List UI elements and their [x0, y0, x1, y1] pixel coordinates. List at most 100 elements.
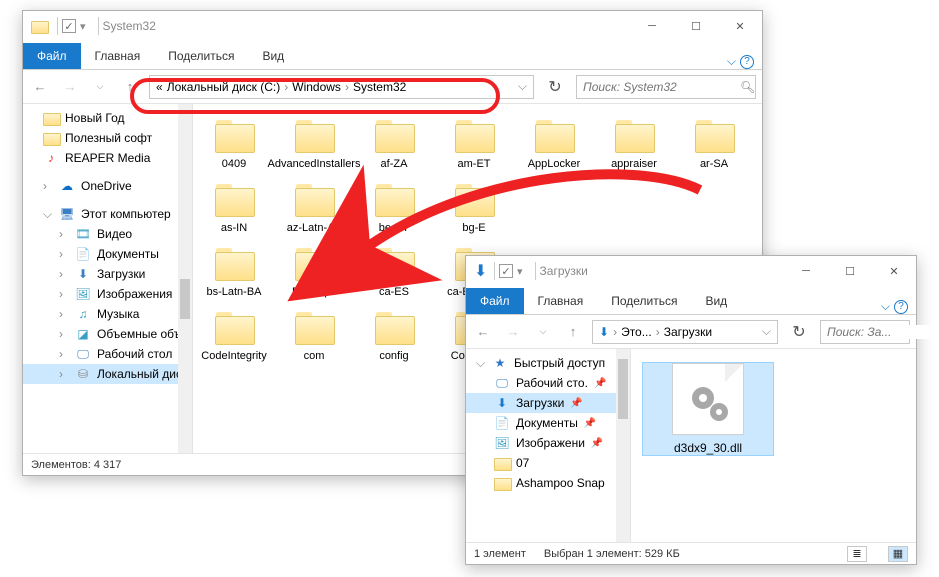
nav-item-local-disk[interactable]: ›⛁Локальный дис — [23, 364, 192, 384]
tab-share[interactable]: Поделиться — [154, 43, 248, 69]
back-button[interactable]: ← — [29, 76, 51, 98]
chevron-right-icon[interactable]: › — [613, 325, 617, 339]
nav-item[interactable]: ♪REAPER Media — [23, 148, 192, 168]
nav-scrollbar[interactable] — [616, 349, 630, 542]
chevron-down-icon[interactable]: ▾ — [517, 265, 523, 278]
folder-icon — [372, 112, 416, 156]
nav-scrollbar[interactable] — [178, 104, 192, 453]
maximize-button[interactable]: ☐ — [674, 11, 718, 41]
chevron-right-icon[interactable]: › — [284, 80, 288, 94]
nav-item[interactable]: ›📄Документы — [23, 244, 192, 264]
dropdown-icon[interactable]: ⌵ — [518, 79, 527, 94]
tab-file[interactable]: Файл — [23, 43, 81, 69]
nav-item[interactable]: ›🎞Видео — [23, 224, 192, 244]
up-button[interactable]: ↑ — [119, 76, 141, 98]
folder-item[interactable]: az-Latn-AZ — [277, 176, 351, 234]
folder-item[interactable]: AppLocker — [517, 112, 591, 170]
nav-item[interactable]: Полезный софт — [23, 128, 192, 148]
close-button[interactable]: ✕ — [872, 256, 916, 286]
breadcrumb-segment[interactable]: Локальный диск (C:) — [167, 80, 281, 94]
folder-item[interactable]: be-BY — [357, 176, 431, 234]
folder-item[interactable]: 0409 — [197, 112, 271, 170]
folder-item[interactable]: bg-E — [437, 176, 511, 234]
chevron-right-icon[interactable]: › — [345, 80, 349, 94]
tab-home[interactable]: Главная — [81, 43, 155, 69]
chevron-right-icon[interactable]: › — [656, 325, 660, 339]
file-item-dll[interactable]: d3dx9_30.dll — [643, 363, 773, 455]
folder-item[interactable]: AdvancedInstallers — [277, 112, 351, 170]
titlebar: ⬇ ✓ ▾ Загрузки ─ ☐ ✕ — [466, 256, 916, 286]
folder-item[interactable]: af-ZA — [357, 112, 431, 170]
nav-item[interactable]: Ashampoo Snap — [466, 473, 630, 493]
search-box[interactable]: 🔍︎ — [576, 75, 756, 99]
nav-item-onedrive[interactable]: ›☁OneDrive — [23, 176, 192, 196]
nav-item[interactable]: ›♫Музыка — [23, 304, 192, 324]
tab-home[interactable]: Главная — [524, 288, 598, 314]
ribbon-expand[interactable]: ⌵ ? — [727, 54, 762, 69]
breadcrumb-segment[interactable]: System32 — [353, 80, 406, 94]
tab-view[interactable]: Вид — [248, 43, 298, 69]
search-icon[interactable]: 🔍︎ — [740, 80, 755, 94]
dropdown-icon[interactable]: ⌵ — [762, 324, 771, 339]
nav-item[interactable]: 🖼Изображени📌 — [466, 433, 630, 453]
recent-dropdown[interactable]: ⌵ — [89, 76, 111, 98]
minimize-button[interactable]: ─ — [630, 11, 674, 41]
nav-item[interactable]: ›🖵Рабочий стол — [23, 344, 192, 364]
breadcrumb-segment[interactable]: Это... — [621, 325, 652, 339]
folder-item[interactable]: Bthprops — [277, 240, 351, 298]
forward-button[interactable]: → — [502, 321, 524, 343]
breadcrumb-segment[interactable]: Загрузки — [664, 325, 712, 339]
folder-item[interactable]: as-IN — [197, 176, 271, 234]
pin-icon: 📌 — [584, 418, 596, 429]
search-input[interactable] — [583, 80, 740, 94]
nav-item[interactable]: ›◪Объемные объ — [23, 324, 192, 344]
nav-item[interactable]: Новый Год — [23, 108, 192, 128]
folder-item[interactable]: am-ET — [437, 112, 511, 170]
window-title: Загрузки — [540, 264, 784, 278]
nav-item[interactable]: 07 — [466, 453, 630, 473]
address-bar[interactable]: ⬇ › Это... › Загрузки ⌵ — [592, 320, 778, 344]
window-controls: ─ ☐ ✕ — [630, 11, 762, 41]
folder-item[interactable]: appraiser — [597, 112, 671, 170]
qat-checkbox-icon[interactable]: ✓ — [62, 19, 76, 33]
folder-item[interactable]: ar-SA — [677, 112, 751, 170]
qat-checkbox-icon[interactable]: ✓ — [499, 264, 513, 278]
3d-objects-icon: ◪ — [75, 326, 91, 342]
folder-item[interactable]: com — [277, 304, 351, 362]
nav-toolbar: ← → ⌵ ↑ ⬇ › Это... › Загрузки ⌵ ↻ — [466, 315, 916, 349]
nav-item[interactable]: ›🖼Изображения — [23, 284, 192, 304]
folder-item[interactable]: ca-ES — [357, 240, 431, 298]
forward-button[interactable]: → — [59, 76, 81, 98]
refresh-button[interactable]: ↻ — [786, 322, 812, 342]
nav-item[interactable]: 📄Документы📌 — [466, 413, 630, 433]
file-list[interactable]: d3dx9_30.dll — [631, 349, 916, 542]
close-button[interactable]: ✕ — [718, 11, 762, 41]
back-button[interactable]: ← — [472, 321, 494, 343]
up-button[interactable]: ↑ — [562, 321, 584, 343]
recent-dropdown[interactable]: ⌵ — [532, 321, 554, 343]
address-bar[interactable]: « Локальный диск (C:) › Windows › System… — [149, 75, 534, 99]
tab-share[interactable]: Поделиться — [597, 288, 691, 314]
tab-view[interactable]: Вид — [691, 288, 741, 314]
app-icon: ♪ — [43, 150, 59, 166]
folder-item[interactable]: CodeIntegrity — [197, 304, 271, 362]
nav-item-downloads[interactable]: ⬇Загрузки📌 — [466, 393, 630, 413]
navigation-pane: ⌵★Быстрый доступ 🖵Рабочий сто.📌 ⬇Загрузк… — [466, 349, 631, 542]
chevron-down-icon[interactable]: ▾ — [80, 20, 86, 33]
view-icons-button[interactable]: ▦ — [888, 546, 908, 562]
folder-item[interactable]: bs-Latn-BA — [197, 240, 271, 298]
search-box[interactable] — [820, 320, 910, 344]
tab-file[interactable]: Файл — [466, 288, 524, 314]
breadcrumb-segment[interactable]: Windows — [292, 80, 341, 94]
view-details-button[interactable]: ≣ — [847, 546, 867, 562]
ribbon-expand[interactable]: ⌵ ? — [881, 299, 916, 314]
search-input[interactable] — [827, 325, 939, 339]
nav-item[interactable]: 🖵Рабочий сто.📌 — [466, 373, 630, 393]
folder-item[interactable]: config — [357, 304, 431, 362]
minimize-button[interactable]: ─ — [784, 256, 828, 286]
maximize-button[interactable]: ☐ — [828, 256, 872, 286]
nav-item-quick-access[interactable]: ⌵★Быстрый доступ — [466, 353, 630, 373]
nav-item[interactable]: ›⬇Загрузки — [23, 264, 192, 284]
refresh-button[interactable]: ↻ — [542, 77, 568, 97]
nav-item-this-pc[interactable]: ⌵🖥︎Этот компьютер — [23, 204, 192, 224]
